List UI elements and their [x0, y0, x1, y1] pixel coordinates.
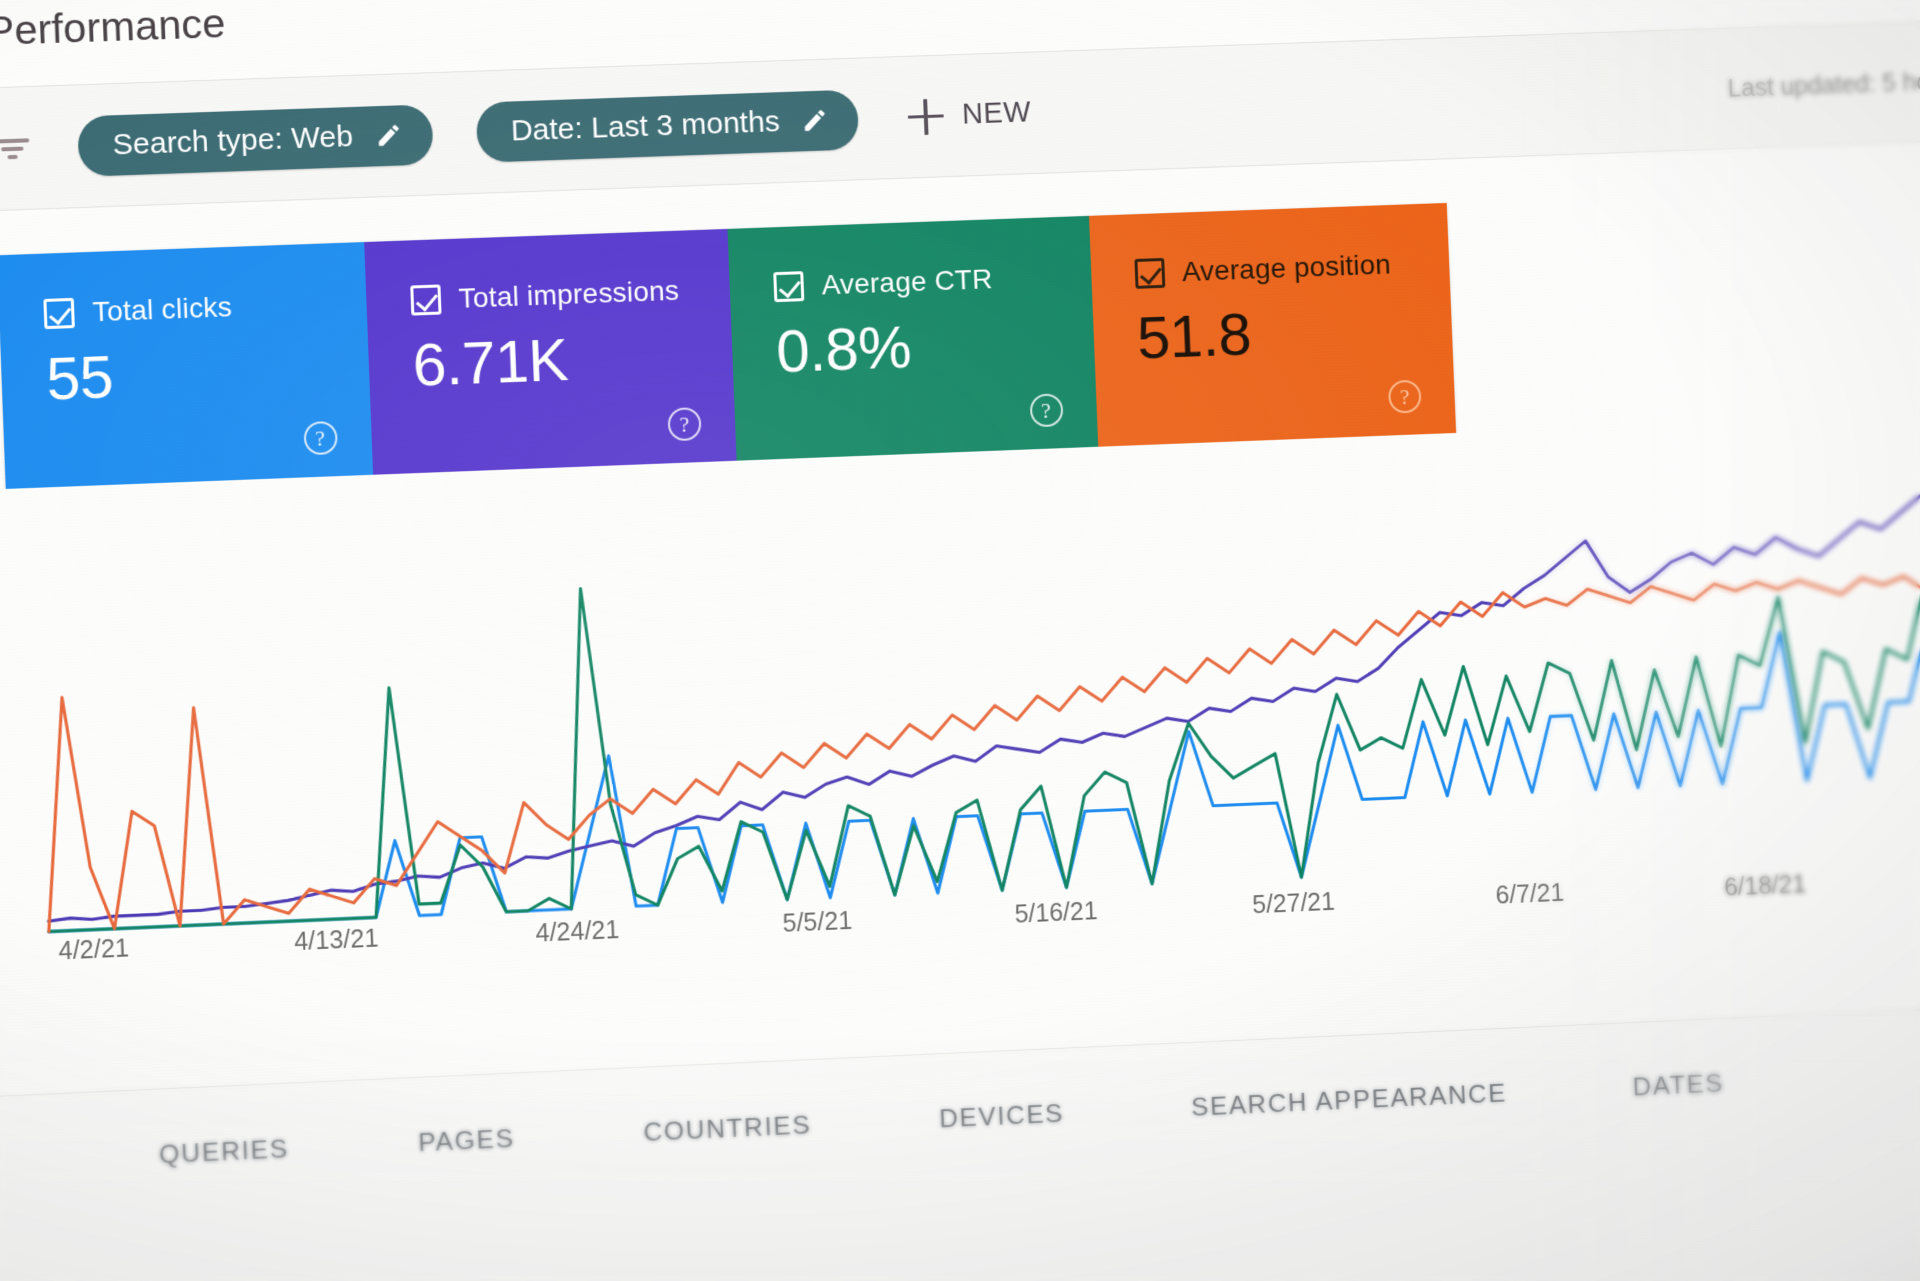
x-axis-tick: 4/24/21 [534, 915, 620, 948]
performance-chart: 4/2/21 4/13/21 4/24/21 5/5/21 5/16/21 5/27/21… [0, 411, 1920, 1099]
checkbox-icon[interactable] [409, 284, 442, 316]
metric-label: Total impressions [457, 274, 680, 314]
metric-value: 0.8% [775, 313, 913, 386]
chart-plot-area [33, 423, 1920, 932]
filter-chip-search-type-label: Search type: Web [111, 119, 354, 162]
tab-queries[interactable]: QUERIES [158, 1133, 289, 1170]
chart-svg [33, 423, 1920, 932]
metric-label: Total clicks [91, 291, 233, 328]
last-updated-text: Last updated: 5 hour [1726, 66, 1920, 102]
new-filter-label: NEW [961, 96, 1032, 131]
new-filter-button[interactable]: NEW [908, 95, 1032, 135]
metric-label: Average CTR [821, 263, 993, 301]
chart-line-total-impressions [34, 468, 1920, 921]
help-icon[interactable]: ? [1029, 393, 1064, 428]
x-axis-tick: 6/7/21 [1495, 879, 1565, 911]
metric-card-total-clicks[interactable]: Total clicks 55 ? [0, 242, 373, 489]
metric-label: Average position [1181, 248, 1392, 288]
x-axis-tick: 4/13/21 [293, 924, 379, 957]
plus-icon [908, 98, 945, 135]
help-icon[interactable]: ? [1387, 379, 1422, 414]
tab-pages[interactable]: PAGES [418, 1123, 516, 1159]
checkbox-icon[interactable] [43, 297, 75, 330]
monitor-screen: Performance Search type: Web Date: Last … [0, 0, 1920, 1281]
filter-icon[interactable] [0, 127, 34, 171]
help-icon[interactable]: ? [302, 420, 338, 456]
metric-value: 6.71K [411, 325, 570, 399]
metric-value: 51.8 [1135, 300, 1253, 372]
metric-card-head: Average CTR [773, 261, 1064, 304]
checkbox-icon[interactable] [1133, 257, 1165, 289]
metric-card-head: Average position [1133, 248, 1422, 290]
help-icon[interactable]: ? [667, 407, 702, 442]
x-axis-tick: 4/2/21 [57, 934, 130, 966]
x-axis-tick: 6/18/21 [1723, 869, 1807, 902]
filter-chip-date-label: Date: Last 3 months [510, 104, 781, 148]
x-axis-tick: 5/16/21 [1014, 897, 1099, 929]
tab-devices[interactable]: DEVICES [939, 1098, 1065, 1135]
metric-card-average-position[interactable]: Average position 51.8 ? [1088, 202, 1457, 447]
metric-card-average-ctr[interactable]: Average CTR 0.8% ? [727, 215, 1098, 461]
metric-card-head: Total clicks [43, 287, 338, 330]
pencil-icon [378, 124, 400, 146]
metric-value: 55 [45, 342, 115, 413]
tab-search-appearance[interactable]: SEARCH APPEARANCE [1191, 1078, 1508, 1123]
metric-card-total-impressions[interactable]: Total impressions 6.71K ? [363, 228, 737, 475]
pencil-icon [804, 109, 826, 131]
x-axis-tick: 5/5/21 [782, 906, 853, 938]
tab-dates[interactable]: DATES [1632, 1068, 1724, 1103]
filter-chip-date[interactable]: Date: Last 3 months [475, 88, 860, 163]
page-title: Performance [0, 0, 227, 55]
photograph-frame: Performance Search type: Web Date: Last … [0, 0, 1920, 1281]
filter-chip-search-type[interactable]: Search type: Web [77, 103, 434, 177]
x-axis-tick: 5/27/21 [1251, 888, 1336, 920]
filter-glyph [0, 134, 30, 163]
checkbox-icon[interactable] [773, 271, 805, 303]
tab-countries[interactable]: COUNTRIES [643, 1109, 812, 1148]
metric-card-head: Total impressions [409, 274, 703, 317]
